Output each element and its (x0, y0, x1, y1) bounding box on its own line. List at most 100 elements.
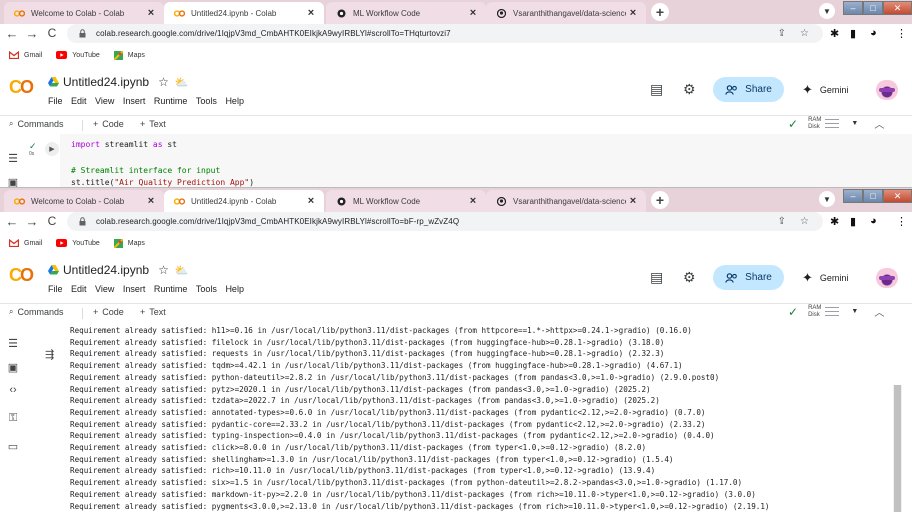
minimize-icon[interactable]: – (843, 189, 863, 203)
back-arrow-icon[interactable]: ← (4, 214, 20, 229)
comments-icon[interactable]: ▤ (650, 81, 663, 98)
notebook-name[interactable]: Untitled24.ipynb (63, 75, 149, 89)
add-code-button[interactable]: + Code (93, 307, 124, 317)
new-tab-button[interactable]: + (651, 3, 669, 21)
scrollbar-thumb[interactable] (894, 385, 901, 512)
browser-menu-icon[interactable]: ⋮ (896, 27, 907, 40)
add-text-button[interactable]: + Text (140, 307, 166, 317)
gemini-button[interactable]: ✦ Gemini (802, 82, 848, 98)
bookmark-youtube[interactable]: YouTube (56, 51, 100, 59)
settings-gear-icon[interactable]: ⚙ (683, 81, 696, 98)
tab-untitled24[interactable]: Untitled24.ipynb - Colab × (164, 190, 324, 212)
maximize-icon[interactable]: □ (863, 189, 883, 203)
bookmark-maps[interactable]: Maps (113, 50, 145, 60)
address-bar[interactable]: colab.research.google.com/drive/1IqjpV3m… (67, 212, 823, 231)
menu-insert[interactable]: Insert (123, 96, 146, 106)
share-button[interactable]: Share (713, 77, 784, 102)
bookmark-star-icon[interactable]: ☆ (800, 216, 809, 227)
tab-untitled24[interactable]: Untitled24.ipynb - Colab × (164, 2, 324, 24)
menu-view[interactable]: View (95, 284, 114, 294)
commands-button[interactable]: ⌕ Commands (9, 119, 64, 129)
bookmark-maps[interactable]: Maps (113, 238, 145, 248)
avatar[interactable] (876, 268, 898, 288)
forward-arrow-icon[interactable]: → (24, 214, 40, 229)
menu-tools[interactable]: Tools (196, 284, 217, 294)
notebook-name[interactable]: Untitled24.ipynb (63, 263, 149, 277)
comments-icon[interactable]: ▤ (650, 269, 663, 286)
add-text-button[interactable]: + Text (140, 119, 166, 129)
menu-insert[interactable]: Insert (123, 284, 146, 294)
tab-search-chevron-icon[interactable]: ▼ (819, 191, 835, 207)
extensions-icon[interactable]: ✱ (830, 215, 839, 228)
close-tab-icon[interactable]: × (144, 194, 158, 208)
back-arrow-icon[interactable]: ← (4, 26, 20, 41)
reload-icon[interactable]: C (44, 214, 60, 228)
commands-button[interactable]: ⌕ Commands (9, 307, 64, 317)
menu-edit[interactable]: Edit (71, 96, 87, 106)
forward-arrow-icon[interactable]: → (24, 26, 40, 41)
settings-gear-icon[interactable]: ⚙ (683, 269, 696, 286)
bookmark-gmail[interactable]: Gmail (9, 239, 42, 247)
tab-welcome-colab[interactable]: Welcome to Colab - Colab × (4, 2, 164, 24)
reload-icon[interactable]: C (44, 26, 60, 40)
bookmark-star-icon[interactable]: ☆ (800, 28, 809, 39)
close-tab-icon[interactable]: × (144, 6, 158, 20)
secrets-key-icon[interactable]: ⚿ (5, 410, 21, 426)
menu-help[interactable]: Help (225, 284, 244, 294)
colab-logo[interactable]: CO (9, 77, 34, 98)
profile-icon[interactable]: ◕ (870, 27, 877, 39)
runtime-resources[interactable]: ✓ RAM Disk ▼ ︿ (788, 116, 884, 132)
add-code-button[interactable]: + Code (93, 119, 124, 129)
star-icon[interactable]: ☆ (158, 263, 169, 277)
maximize-icon[interactable]: □ (863, 1, 883, 15)
avatar[interactable] (876, 80, 898, 100)
close-window-icon[interactable]: ✕ (883, 1, 912, 15)
chevron-down-icon[interactable]: ▼ (851, 308, 858, 315)
code-snippets-icon[interactable]: ‹› (5, 382, 21, 398)
share-button[interactable]: Share (713, 265, 784, 290)
close-tab-icon[interactable]: × (466, 194, 480, 208)
extensions-icon[interactable]: ✱ (830, 27, 839, 40)
profile-icon[interactable]: ◕ (870, 215, 877, 227)
gemini-button[interactable]: ✦ Gemini (802, 270, 848, 286)
menu-edit[interactable]: Edit (71, 284, 87, 294)
share-page-icon[interactable]: ⇪ (778, 216, 786, 227)
menu-view[interactable]: View (95, 96, 114, 106)
run-cell-button[interactable]: ▶ (45, 142, 59, 156)
tab-search-chevron-icon[interactable]: ▼ (819, 3, 835, 19)
menu-runtime[interactable]: Runtime (154, 284, 188, 294)
new-tab-button[interactable]: + (651, 191, 669, 209)
close-tab-icon[interactable]: × (304, 194, 318, 208)
menu-file[interactable]: File (48, 284, 63, 294)
bookmark-youtube[interactable]: YouTube (56, 239, 100, 247)
close-tab-icon[interactable]: × (626, 6, 640, 20)
close-tab-icon[interactable]: × (304, 6, 318, 20)
table-of-contents-icon[interactable]: ☰ (5, 335, 21, 351)
cloud-saved-icon[interactable]: ⛅ (175, 76, 189, 89)
close-window-icon[interactable]: ✕ (883, 189, 912, 203)
tab-github[interactable]: Vsaranthithangavel/data-science × (486, 2, 646, 24)
colab-logo[interactable]: CO (9, 265, 34, 286)
share-page-icon[interactable]: ⇪ (778, 28, 786, 39)
address-bar[interactable]: colab.research.google.com/drive/1IqjpV3m… (67, 24, 823, 43)
chevron-down-icon[interactable]: ▼ (851, 120, 858, 127)
tab-ml-workflow[interactable]: ML Workflow Code × (326, 190, 486, 212)
close-tab-icon[interactable]: × (626, 194, 640, 208)
tab-welcome-colab[interactable]: Welcome to Colab - Colab × (4, 190, 164, 212)
minimize-icon[interactable]: – (843, 1, 863, 15)
output-scrollbar[interactable] (893, 385, 902, 512)
bookmark-gmail[interactable]: Gmail (9, 51, 42, 59)
sidebar-toggle-icon[interactable]: ▮ (850, 27, 856, 40)
files-folder-icon[interactable]: ▭ (5, 438, 21, 454)
tab-ml-workflow[interactable]: ML Workflow Code × (326, 2, 486, 24)
menu-tools[interactable]: Tools (196, 96, 217, 106)
runtime-resources[interactable]: ✓ RAM Disk ▼ ︿ (788, 304, 884, 320)
tab-github[interactable]: Vsaranthithangavel/data-science × (486, 190, 646, 212)
output-menu-icon[interactable]: ⇶ (45, 348, 54, 361)
close-tab-icon[interactable]: × (466, 6, 480, 20)
browser-menu-icon[interactable]: ⋮ (896, 215, 907, 228)
find-icon[interactable]: ▣ (5, 359, 21, 375)
chevron-up-icon[interactable]: ︿ (874, 116, 884, 131)
menu-help[interactable]: Help (225, 96, 244, 106)
chevron-up-icon[interactable]: ︿ (874, 304, 884, 319)
